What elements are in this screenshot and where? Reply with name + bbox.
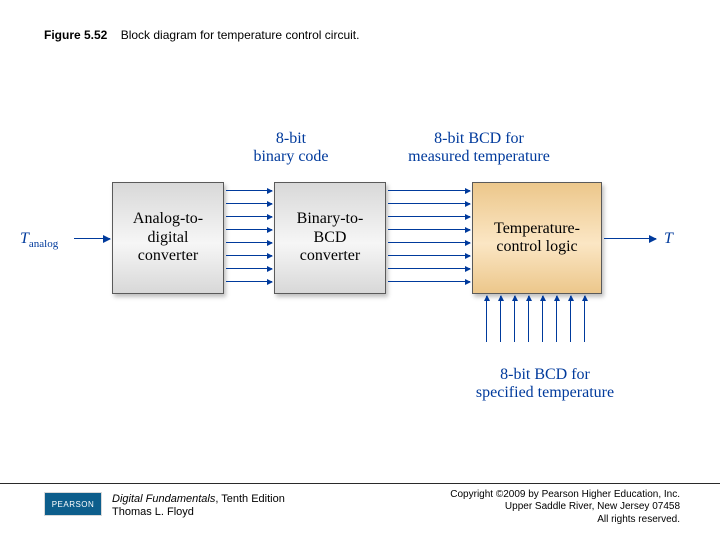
block-binary-to-bcd: Binary-to- BCD converter <box>274 182 386 294</box>
book-citation: Digital Fundamentals, Tenth Edition Thom… <box>112 493 285 521</box>
publisher-badge: PEARSON <box>44 492 102 516</box>
block-binary-to-bcd-label: Binary-to- BCD converter <box>297 210 364 265</box>
output-label: T <box>664 230 694 248</box>
input-label: Tanalog <box>20 230 80 250</box>
footer-rule <box>0 483 720 484</box>
copyright-block: Copyright ©2009 by Pearson Higher Educat… <box>450 489 680 527</box>
block-temperature-control-logic: Temperature- control logic <box>472 182 602 294</box>
publisher-badge-text: PEARSON <box>52 500 95 509</box>
figure-caption-text: Block diagram for temperature control ci… <box>121 28 360 42</box>
copyright-line-3: All rights reserved. <box>450 514 680 527</box>
block-diagram: Tanalog Analog-to- digital converter 8-b… <box>0 120 720 440</box>
block-tcl-label: Temperature- control logic <box>494 220 580 257</box>
copyright-line-1: Copyright ©2009 by Pearson Higher Educat… <box>450 489 680 502</box>
bus-label-binary: 8-bit binary code <box>236 130 346 165</box>
book-edition: , Tenth Edition <box>215 493 285 505</box>
bus-label-specified: 8-bit BCD for specified temperature <box>460 366 630 401</box>
arrow-input <box>74 238 110 239</box>
block-adc: Analog-to- digital converter <box>112 182 224 294</box>
figure-number: Figure 5.52 <box>44 28 107 42</box>
copyright-line-2: Upper Saddle River, New Jersey 07458 <box>450 501 680 514</box>
book-author: Thomas L. Floyd <box>112 506 194 518</box>
figure-caption: Figure 5.52 Block diagram for temperatur… <box>44 28 359 42</box>
book-title: Digital Fundamentals <box>112 493 215 505</box>
arrow-output <box>604 238 656 239</box>
block-adc-label: Analog-to- digital converter <box>133 210 203 265</box>
bus-label-measured: 8-bit BCD for measured temperature <box>394 130 564 165</box>
